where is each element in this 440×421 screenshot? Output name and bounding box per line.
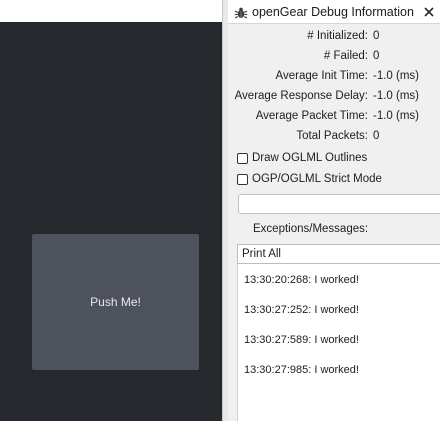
stat-average-response-delay: Average Response Delay: -1.0 (ms)	[228, 88, 440, 106]
log-entry: 13:30:27:252: I worked!	[244, 304, 359, 316]
log-filter-select[interactable]: Print All	[237, 244, 440, 264]
strict-mode-checkbox[interactable]: OGP/OGLML Strict Mode	[237, 171, 382, 187]
checkbox-box[interactable]	[237, 152, 248, 164]
stat-label: # Initialized:	[307, 30, 368, 42]
stat-average-packet-time: Average Packet Time: -1.0 (ms)	[228, 108, 440, 126]
debug-panel-title: openGear Debug Information	[252, 4, 414, 19]
log-entry: 13:30:27:589: I worked!	[244, 334, 359, 346]
stat-failed: # Failed: 0	[228, 48, 440, 66]
stat-label: # Failed:	[323, 50, 368, 62]
stat-value: 0	[373, 50, 380, 62]
stat-label: Average Response Delay:	[234, 90, 368, 102]
stat-label: Average Packet Time:	[255, 110, 368, 122]
stat-initialized: # Initialized: 0	[228, 28, 440, 46]
stat-value: 0	[373, 130, 380, 142]
app-window: Push Me! openGear Debug Information # In…	[0, 0, 440, 421]
stat-value: -1.0 (ms)	[373, 70, 419, 82]
checkbox-label: OGP/OGLML Strict Mode	[252, 173, 382, 185]
log-entry: 13:30:20:268: I worked!	[244, 274, 359, 286]
checkbox-label: Draw OGLML Outlines	[252, 152, 368, 164]
close-icon[interactable]	[422, 4, 436, 18]
message-input[interactable]	[238, 194, 440, 214]
stat-label: Average Init Time:	[275, 70, 368, 82]
render-canvas: Push Me!	[0, 0, 222, 421]
bug-icon	[234, 5, 248, 19]
log-entry: 13:30:27:985: I worked!	[244, 364, 359, 376]
stat-average-init-time: Average Init Time: -1.0 (ms)	[228, 68, 440, 86]
stat-label: Total Packets:	[296, 130, 368, 142]
log-list[interactable]: 13:30:20:268: I worked! 13:30:27:252: I …	[237, 264, 440, 421]
debug-panel: openGear Debug Information # Initialized…	[228, 0, 440, 421]
push-me-button[interactable]: Push Me!	[32, 234, 199, 370]
debug-panel-tab[interactable]: openGear Debug Information	[228, 0, 440, 24]
draw-oglml-outlines-checkbox[interactable]: Draw OGLML Outlines	[237, 150, 367, 166]
stat-value: 0	[373, 30, 380, 42]
exceptions-label: Exceptions/Messages:	[253, 223, 369, 235]
checkbox-box[interactable]	[237, 173, 248, 185]
stat-value: -1.0 (ms)	[373, 110, 419, 122]
stat-total-packets: Total Packets: 0	[228, 128, 440, 146]
stat-value: -1.0 (ms)	[373, 90, 419, 102]
